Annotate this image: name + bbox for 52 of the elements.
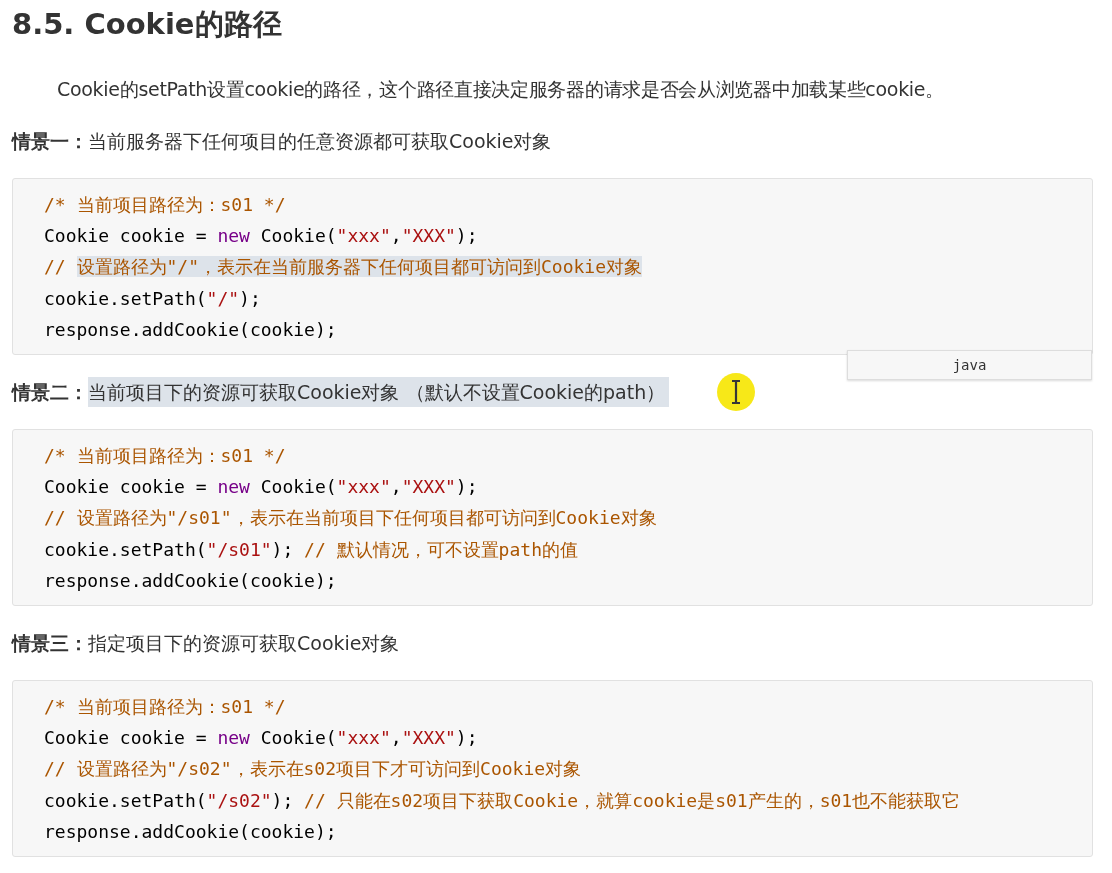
language-label: java: [847, 350, 1092, 380]
code-text: //: [44, 256, 67, 278]
scenario-label: 情景一：: [12, 129, 88, 154]
scenario-label: 情景三：: [12, 631, 88, 657]
code-text: );: [455, 225, 478, 247]
intro-paragraph: Cookie的setPath设置cookie的路径，这个路径直接决定服务器的请求是否会从浏览器中加载某些cookie。: [56, 77, 945, 102]
code-text: "XXX": [401, 476, 456, 498]
code-text: "XXX": [401, 225, 456, 247]
text-cursor-icon: [716, 372, 756, 412]
code-text: "xxx": [336, 225, 391, 247]
code-text: );: [455, 476, 478, 498]
code-text: "xxx": [336, 476, 391, 498]
code-text: Cookie cookie =: [44, 476, 208, 498]
code-text: );: [271, 538, 295, 560]
code-text: response.addCookie(cookie);: [44, 820, 337, 842]
code-text: );: [455, 727, 478, 749]
code-text: Cookie cookie =: [44, 225, 208, 247]
scenario-label: 情景二：: [12, 380, 88, 405]
code-text: new: [217, 225, 250, 247]
code-text: "/s02": [206, 789, 272, 811]
code-text: "xxx": [336, 727, 391, 749]
code-text: Cookie cookie =: [44, 727, 208, 749]
code-text: cookie.setPath(: [44, 789, 207, 811]
code-text: // 设置路径为"/s01"，表示在当前项目下任何项目都可访问到Cookie对象: [44, 507, 657, 529]
code-text: new: [217, 727, 250, 749]
code-text: Cookie(: [259, 476, 337, 498]
code-text: new: [217, 476, 250, 498]
code-text: );: [239, 287, 261, 309]
code-text: response.addCookie(cookie);: [44, 569, 337, 591]
code-text: // 只能在s02项目下获取Cookie，就算cookie是s01产生的，s01也不能获取它: [304, 789, 961, 811]
code-text: "XXX": [401, 727, 456, 749]
code-text: "/s01": [206, 538, 272, 560]
scenario-text: 指定项目下的资源可获取Cookie对象: [88, 631, 401, 657]
code-text: cookie.setPath(: [44, 287, 207, 309]
code-text: );: [271, 789, 295, 811]
code-text: // 设置路径为"/s02"，表示在s02项目下才可访问到Cookie对象: [44, 758, 582, 780]
code-text: "/": [206, 287, 240, 309]
code-text: 设置路径为"/"，表示在当前服务器下任何项目都可访问到Cookie对象: [76, 256, 643, 278]
code-text: response.addCookie(cookie);: [44, 318, 337, 340]
scenario-text: 当前项目下的资源可获取Cookie对象 （默认不设置Cookie的path）: [88, 377, 670, 407]
scenario-text: 当前服务器下任何项目的任意资源都可获取Cookie对象: [88, 129, 553, 154]
code-text: ,: [390, 727, 402, 749]
code-text: /* 当前项目路径为：s01 */: [44, 445, 286, 466]
code-text: ,: [390, 225, 402, 247]
code-text: cookie.setPath(: [44, 538, 207, 560]
code-text: ,: [390, 476, 402, 498]
code-text: /* 当前项目路径为：s01 */: [44, 696, 286, 718]
code-text: // 默认情况，可不设置path的值: [304, 538, 578, 560]
section-heading: 8.5. Cookie的路径: [12, 6, 283, 43]
code-text: Cookie(: [259, 727, 337, 749]
code-text: /* 当前项目路径为：s01 */: [44, 194, 286, 215]
code-text: Cookie(: [259, 225, 337, 247]
